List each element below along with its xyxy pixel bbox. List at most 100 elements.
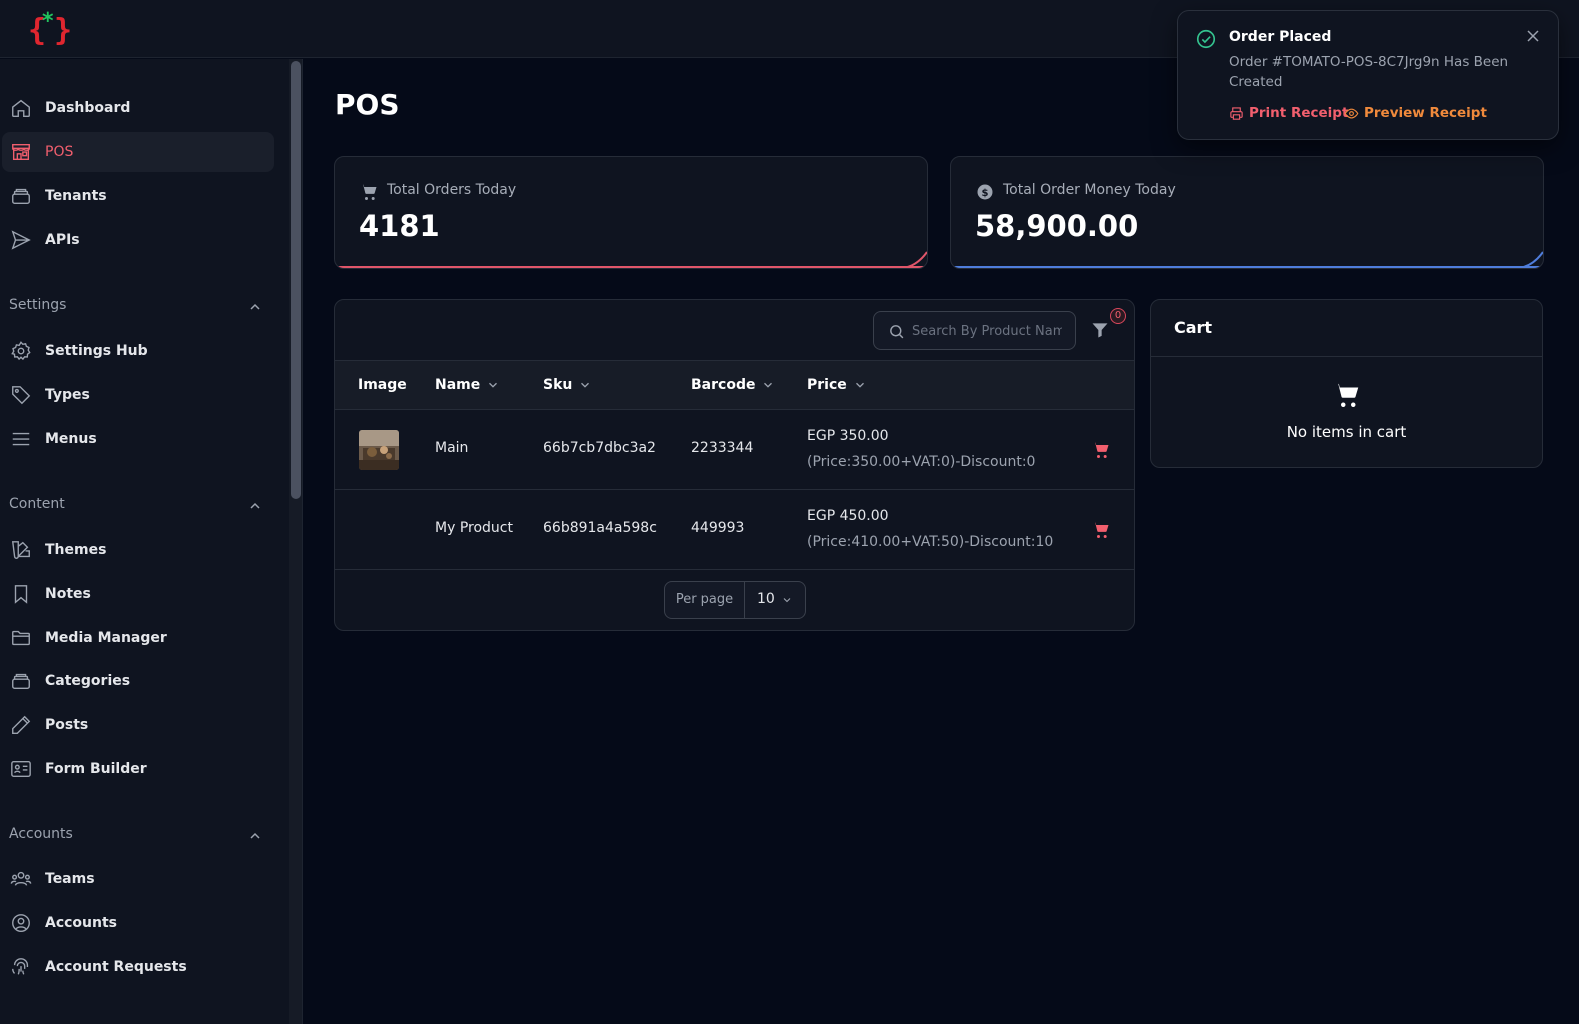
stack-icon: [10, 185, 32, 207]
pencil-icon: [10, 714, 32, 736]
add-to-cart-button[interactable]: [1091, 440, 1111, 460]
per-page-value: 10: [757, 591, 775, 607]
column-header-name[interactable]: Name: [435, 377, 500, 393]
product-name: My Product: [435, 520, 513, 536]
sidebar-scrollbar-thumb[interactable]: [291, 61, 301, 499]
sidebar-item-tenants[interactable]: Tenants: [2, 176, 274, 216]
table-row[interactable]: Main 66b7cb7dbc3a2 2233344 EGP 350.00 (P…: [335, 410, 1134, 490]
preview-receipt-label: Preview Receipt: [1364, 105, 1487, 121]
close-icon[interactable]: [1525, 28, 1541, 44]
sidebar-item-form-builder[interactable]: Form Builder: [2, 749, 274, 789]
per-page-label: Per page: [665, 582, 745, 618]
chevron-up-icon: [247, 498, 263, 514]
sidebar-item-label: Dashboard: [45, 100, 131, 116]
product-barcode: 449993: [691, 520, 745, 536]
svg-text:}: }: [54, 13, 72, 48]
sidebar-item-media-manager[interactable]: Media Manager: [2, 618, 274, 658]
gear-icon: [10, 340, 32, 362]
sidebar-item-label: Accounts: [45, 915, 118, 931]
search-icon: [890, 325, 904, 339]
add-to-cart-button[interactable]: [1091, 520, 1111, 540]
bookmark-icon: [10, 583, 32, 605]
cart-icon: [359, 182, 379, 202]
sidebar-item-account-requests[interactable]: Account Requests: [2, 947, 274, 987]
product-thumbnail: [359, 430, 399, 470]
stack-icon: [10, 670, 32, 692]
chevron-up-icon: [247, 299, 263, 315]
toast-title: Order Placed: [1229, 29, 1332, 45]
product-price: EGP 450.00: [807, 508, 889, 524]
folder-icon: [10, 627, 32, 649]
sidebar-item-apis[interactable]: APIs: [2, 220, 274, 260]
section-accounts-toggle[interactable]: Accounts: [9, 826, 269, 848]
funnel-icon: [1092, 323, 1108, 338]
sidebar-item-label: Media Manager: [45, 630, 167, 646]
sidebar-item-types[interactable]: Types: [2, 375, 274, 415]
sidebar-item-label: Posts: [45, 717, 89, 733]
user-circle-icon: [10, 912, 32, 934]
check-circle-icon: [1196, 29, 1216, 49]
sidebar-item-categories[interactable]: Categories: [2, 661, 274, 701]
product-sku: 66b891a4a598c: [543, 520, 657, 536]
preview-receipt-button[interactable]: Preview Receipt: [1344, 105, 1487, 121]
column-header-image: Image: [358, 377, 407, 393]
paper-plane-icon: [10, 229, 32, 251]
cart-panel: Cart No items in cart: [1150, 299, 1543, 468]
sidebar-item-notes[interactable]: Notes: [2, 574, 274, 614]
filter-count-badge: 0: [1110, 308, 1126, 324]
sidebar-item-menus[interactable]: Menus: [2, 419, 274, 459]
sidebar-item-label: Settings Hub: [45, 343, 148, 359]
currency-icon: $: [975, 182, 995, 202]
table-row[interactable]: My Product 66b891a4a598c 449993 EGP 450.…: [335, 490, 1134, 570]
svg-text:*: *: [42, 9, 54, 34]
sidebar-item-label: APIs: [45, 232, 80, 248]
section-content-toggle[interactable]: Content: [9, 496, 269, 518]
chevron-down-icon: [855, 382, 864, 388]
stat-value: 58,900.00: [975, 209, 1139, 243]
app-logo[interactable]: { } *: [26, 6, 76, 48]
cart-plus-icon: [1092, 442, 1109, 458]
product-search-input[interactable]: [912, 320, 1062, 342]
sidebar: Dashboard POS Tenants APIs Settings Sett…: [0, 59, 289, 1024]
sidebar-item-teams[interactable]: Teams: [2, 859, 274, 899]
section-settings-toggle[interactable]: Settings: [9, 297, 269, 319]
sidebar-item-label: Menus: [45, 431, 97, 447]
sidebar-item-posts[interactable]: Posts: [2, 705, 274, 745]
eye-icon: [1344, 108, 1359, 118]
sidebar-item-dashboard[interactable]: Dashboard: [2, 88, 274, 128]
product-sku: 66b7cb7dbc3a2: [543, 440, 656, 456]
stat-label: Total Orders Today: [387, 182, 517, 198]
stat-accent-line: [335, 266, 927, 268]
product-price-detail: (Price:350.00+VAT:0)-Discount:0: [807, 454, 1036, 470]
filter-button[interactable]: [1090, 319, 1110, 341]
section-title: Accounts: [9, 826, 73, 842]
cart-icon: [1334, 383, 1359, 407]
product-price: EGP 350.00: [807, 428, 889, 444]
id-card-icon: [10, 758, 32, 780]
sidebar-item-accounts[interactable]: Accounts: [2, 903, 274, 943]
cart-title: Cart: [1174, 318, 1213, 337]
sidebar-item-pos[interactable]: POS: [2, 132, 274, 172]
stat-accent-line: [951, 266, 1543, 268]
product-price-detail: (Price:410.00+VAT:50)-Discount:10: [807, 534, 1054, 550]
column-header-barcode[interactable]: Barcode: [691, 377, 775, 393]
home-icon: [10, 97, 32, 119]
store-icon: [10, 141, 32, 163]
sidebar-item-label: Themes: [45, 542, 107, 558]
chevron-down-icon: [581, 382, 590, 388]
sidebar-item-label: Teams: [45, 871, 95, 887]
table-header: Image Name Sku Barcode Price: [335, 360, 1134, 410]
product-search-field[interactable]: [873, 311, 1076, 350]
sidebar-item-label: Account Requests: [45, 959, 187, 975]
section-title: Settings: [9, 297, 67, 313]
sidebar-item-themes[interactable]: Themes: [2, 530, 274, 570]
chevron-up-icon: [247, 828, 263, 844]
page-title: POS: [335, 88, 400, 121]
users-icon: [10, 868, 32, 890]
column-header-sku[interactable]: Sku: [543, 377, 592, 393]
print-receipt-label: Print Receipt: [1249, 105, 1349, 121]
sidebar-item-settings-hub[interactable]: Settings Hub: [2, 331, 274, 371]
column-header-price[interactable]: Price: [807, 377, 867, 393]
print-receipt-button[interactable]: Print Receipt: [1229, 105, 1348, 121]
per-page-select[interactable]: Per page 10: [664, 581, 806, 619]
